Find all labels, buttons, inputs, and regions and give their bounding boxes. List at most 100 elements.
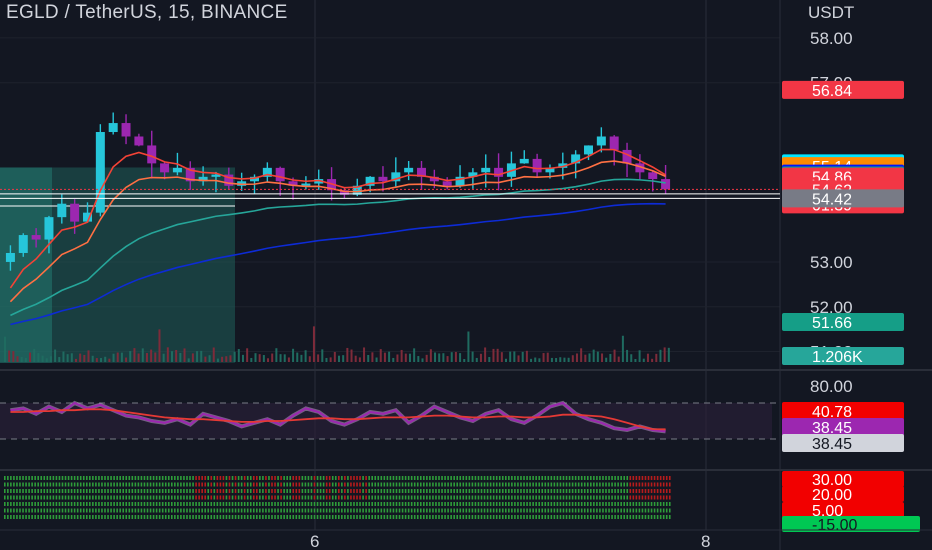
oscillator-dot (31, 476, 33, 480)
oscillator-dot (562, 502, 565, 506)
oscillator-dot (37, 515, 39, 519)
oscillator-dot (574, 502, 577, 506)
oscillator-dot (286, 515, 288, 519)
oscillator-dot (85, 508, 88, 513)
oscillator-dot (183, 502, 185, 506)
oscillator-dot (28, 502, 30, 506)
oscillator-dot (571, 489, 574, 493)
oscillator-dot (283, 502, 285, 506)
oscillator-dot (371, 495, 373, 500)
oscillator-dot (122, 495, 125, 500)
volume-bar (521, 351, 524, 362)
oscillator-dot (79, 495, 82, 500)
oscillator-dot (574, 482, 577, 487)
volume-bar (596, 351, 599, 362)
oscillator-dot (180, 515, 182, 519)
oscillator-dot (186, 476, 188, 480)
oscillator-dot (647, 508, 650, 513)
oscillator-dot (240, 476, 243, 480)
oscillator-dot (410, 508, 413, 513)
oscillator-dot (419, 476, 422, 480)
oscillator-dot (225, 482, 228, 487)
volume-bar (530, 358, 533, 362)
oscillator-dot (632, 502, 635, 506)
oscillator-dot (304, 508, 307, 513)
oscillator-dot (453, 489, 455, 493)
oscillator-dot (201, 495, 203, 500)
oscillator-dot (110, 508, 112, 513)
oscillator-dot (577, 515, 580, 519)
oscillator-dot (95, 476, 97, 480)
oscillator-dot (177, 502, 179, 506)
oscillator-dot (104, 502, 106, 506)
volume-bar (246, 348, 249, 362)
oscillator-dot (413, 489, 416, 493)
oscillator-dot (553, 508, 556, 513)
oscillator-dot (416, 508, 419, 513)
oscillator-dot (31, 502, 33, 506)
oscillator-dot (377, 476, 380, 480)
oscillator-dot (541, 515, 544, 519)
oscillator-dot (492, 482, 495, 487)
oscillator-dot (574, 495, 577, 500)
oscillator-dot (562, 489, 565, 493)
oscillator-dot (82, 476, 85, 480)
oscillator-dot (189, 508, 191, 513)
oscillator-dot (131, 508, 134, 513)
volume-bar (601, 353, 604, 362)
oscillator-dot (505, 482, 507, 487)
oscillator-dot (174, 489, 176, 493)
oscillator-dot (216, 489, 219, 493)
oscillator-dot (550, 489, 553, 493)
oscillator-dot (374, 495, 377, 500)
oscillator-dot (13, 502, 15, 506)
oscillator-dot (365, 476, 367, 480)
oscillator-dot (501, 508, 504, 513)
oscillator-dot (19, 502, 21, 506)
oscillator-dot (140, 515, 143, 519)
oscillator-dot (514, 482, 516, 487)
volume-bar (120, 352, 123, 362)
oscillator-dot (386, 508, 389, 513)
oscillator-dot (568, 489, 571, 493)
oscillator-dot (158, 495, 161, 500)
oscillator-dot (650, 508, 653, 513)
oscillator-dot (650, 495, 653, 500)
oscillator-dot (37, 476, 39, 480)
oscillator-dot (89, 482, 91, 487)
oscillator-dot (429, 482, 431, 487)
oscillator-dot (632, 515, 635, 519)
chart-canvas[interactable]: 58.0057.0053.0052.0051.00USDT56.8455.205… (0, 0, 932, 550)
oscillator-dot (307, 508, 310, 513)
oscillator-dot (395, 508, 398, 513)
oscillator-dot (532, 515, 534, 519)
candle-body (481, 167, 491, 173)
oscillator-dot (252, 495, 255, 500)
oscillator-dot (292, 495, 295, 500)
oscillator-dot (374, 508, 377, 513)
oscillator-dot (28, 508, 30, 513)
oscillator-dot (416, 489, 419, 493)
oscillator-dot (192, 502, 194, 506)
oscillator-dot (189, 515, 191, 519)
oscillator-dot (416, 482, 419, 487)
oscillator-dot (298, 482, 301, 487)
oscillator-dot (638, 515, 641, 519)
oscillator-dot (22, 515, 24, 519)
oscillator-dot (13, 476, 15, 480)
volume-bar (396, 354, 399, 362)
oscillator-dot (64, 515, 67, 519)
oscillator-dot (101, 502, 103, 506)
oscillator-dot (450, 482, 452, 487)
volume-bar (475, 357, 478, 362)
oscillator-dot (389, 495, 392, 500)
volume-bar (41, 355, 44, 362)
oscillator-dot (70, 502, 73, 506)
oscillator-dot (316, 495, 319, 500)
oscillator-dot (468, 489, 471, 493)
oscillator-dot (441, 489, 443, 493)
oscillator-dot (122, 515, 125, 519)
oscillator-dot (553, 476, 556, 480)
volume-bar (16, 356, 19, 362)
volume-bar (317, 354, 320, 362)
